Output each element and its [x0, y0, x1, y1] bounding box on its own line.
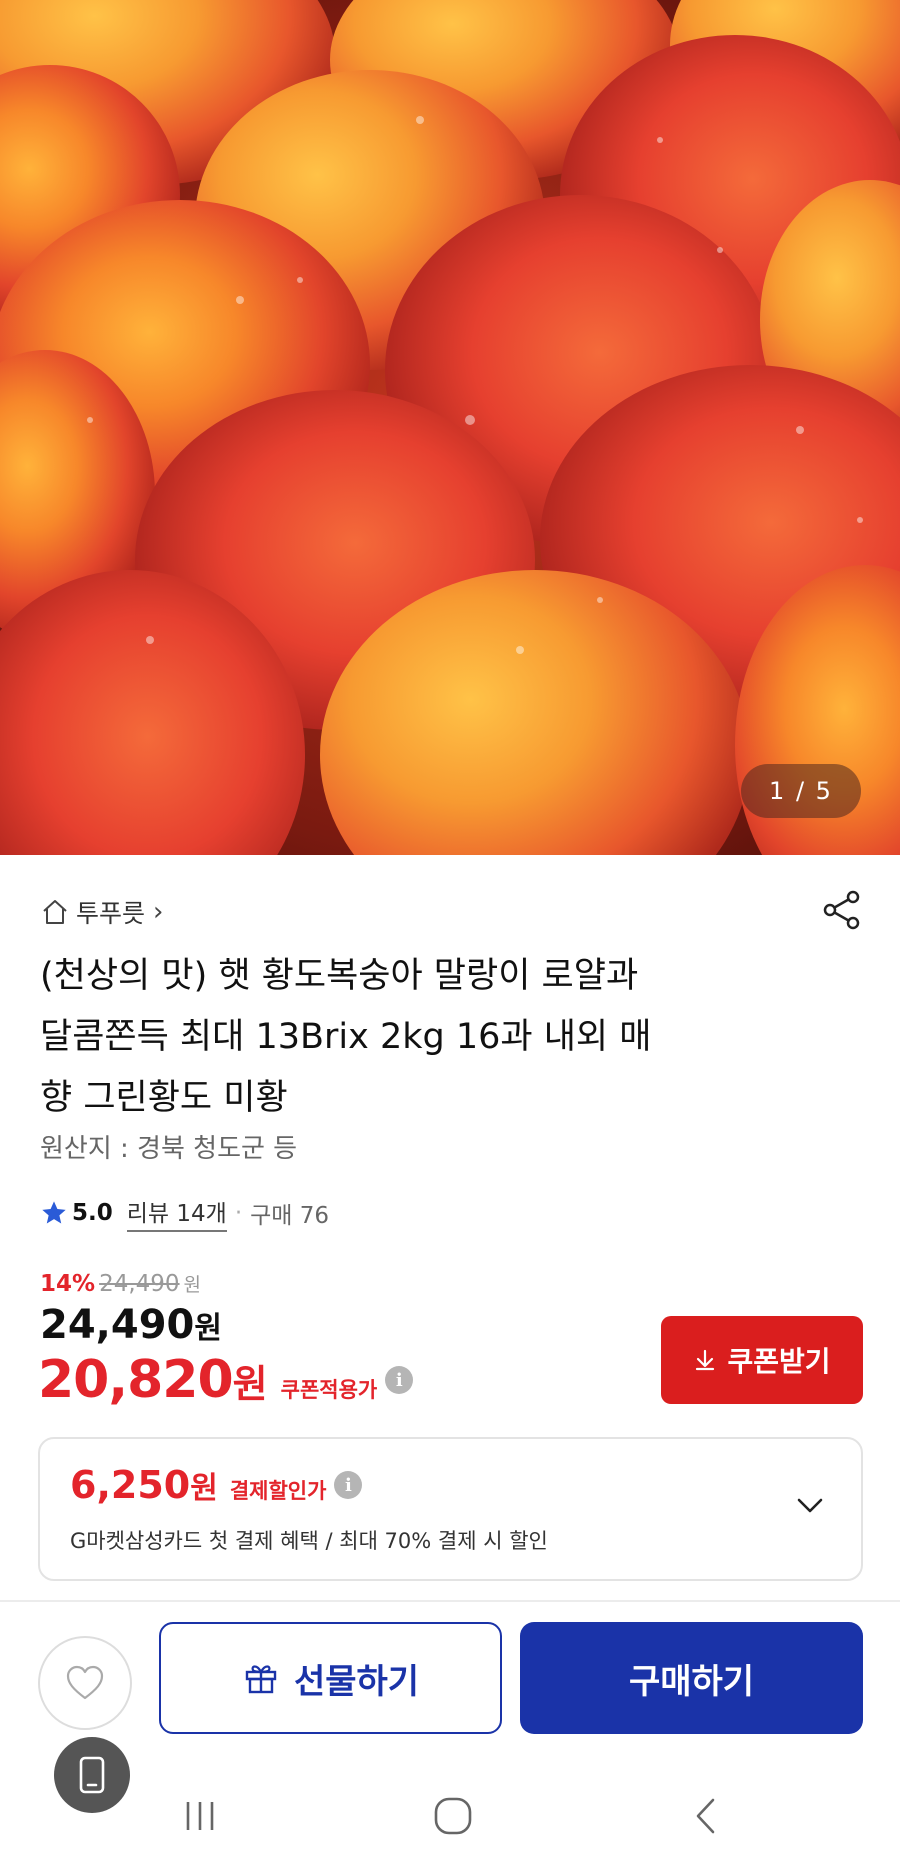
divider [0, 1600, 900, 1602]
home-nav-icon[interactable] [431, 1794, 475, 1838]
share-icon[interactable] [820, 888, 864, 932]
discount-rate: 14% [40, 1271, 96, 1297]
gift-button[interactable]: 선물하기 [159, 1622, 502, 1734]
coupon-price-label: 쿠폰적용가 [280, 1378, 378, 1402]
coupon-button-label: 쿠폰받기 [727, 1345, 831, 1378]
payment-discount-panel[interactable]: 6,250원 결제할인가 i G마켓삼성카드 첫 결제 혜택 / 최대 70% … [38, 1437, 863, 1581]
product-title: (천상의 맛) 햇 황도복숭아 말랑이 로얄과 달콤쫀득 최대 13Brix 2… [40, 946, 860, 1129]
product-image-carousel[interactable]: 1 / 5 [0, 0, 900, 855]
seller-link[interactable]: 투푸릇 › [40, 892, 163, 932]
product-origin: 원산지 : 경북 청도군 등 [40, 1134, 298, 1164]
sale-price: 24,490원 [40, 1302, 222, 1348]
product-title-line: 달콤쫀득 최대 13Brix 2kg 16과 내외 매 [40, 1017, 652, 1057]
sale-price-value: 24,490 [40, 1302, 195, 1348]
back-icon[interactable] [688, 1796, 724, 1836]
recents-icon[interactable] [180, 1798, 220, 1834]
info-icon[interactable]: i [334, 1471, 363, 1499]
coupon-price-unit: 원 [232, 1362, 268, 1406]
coupon-price-value: 20,820 [38, 1350, 234, 1410]
original-price-unit: 원 [183, 1274, 202, 1296]
system-navigation-bar [0, 1770, 900, 1865]
payment-discount-amount: 6,250원 [70, 1463, 218, 1507]
info-icon[interactable]: i [385, 1366, 414, 1394]
coupon-price-row: 20,820원 쿠폰적용가 i [38, 1350, 414, 1410]
payment-discount-value: 6,250 [70, 1463, 191, 1507]
discount-row: 14% 24,490 원 [40, 1270, 201, 1297]
original-price: 24,490 [99, 1271, 180, 1297]
payment-discount-unit: 원 [190, 1471, 218, 1506]
star-icon [42, 1201, 66, 1224]
gift-icon [245, 1665, 277, 1694]
sale-price-unit: 원 [194, 1311, 222, 1346]
gift-button-label: 선물하기 [293, 1661, 420, 1702]
coupon-price: 20,820원 [38, 1350, 268, 1410]
heart-icon [66, 1665, 104, 1700]
bottom-action-bar: 선물하기 구매하기 [0, 1605, 900, 1745]
image-page-counter: 1 / 5 [741, 764, 861, 818]
separator-dot: · [234, 1200, 243, 1226]
product-title-line: 향 그린황도 미황 [40, 1078, 288, 1118]
payment-discount-label: 결제할인가 [229, 1479, 327, 1503]
coupon-download-button[interactable]: 쿠폰받기 [661, 1316, 863, 1404]
seller-chevron-icon: › [153, 897, 164, 927]
rating-value: 5.0 [72, 1200, 113, 1226]
wishlist-button[interactable] [38, 1636, 132, 1730]
payment-discount-row: 6,250원 결제할인가 i [70, 1463, 363, 1507]
review-count-link[interactable]: 리뷰 14개 [126, 1194, 227, 1232]
product-title-line: (천상의 맛) 햇 황도복숭아 말랑이 로얄과 [40, 956, 639, 996]
buy-button[interactable]: 구매하기 [520, 1622, 863, 1734]
buy-button-label: 구매하기 [628, 1661, 755, 1702]
purchase-count: 구매 76 [250, 1203, 330, 1229]
payment-discount-description: G마켓삼성카드 첫 결제 혜택 / 최대 70% 결제 시 할인 [70, 1529, 548, 1553]
peach-photo [0, 0, 900, 855]
chevron-down-icon[interactable] [792, 1487, 828, 1523]
rating-row: 5.0 리뷰 14개 · 구매 76 [40, 1194, 329, 1232]
seller-name: 투푸릇 [76, 899, 146, 928]
download-icon [696, 1349, 715, 1371]
home-icon [43, 900, 67, 924]
